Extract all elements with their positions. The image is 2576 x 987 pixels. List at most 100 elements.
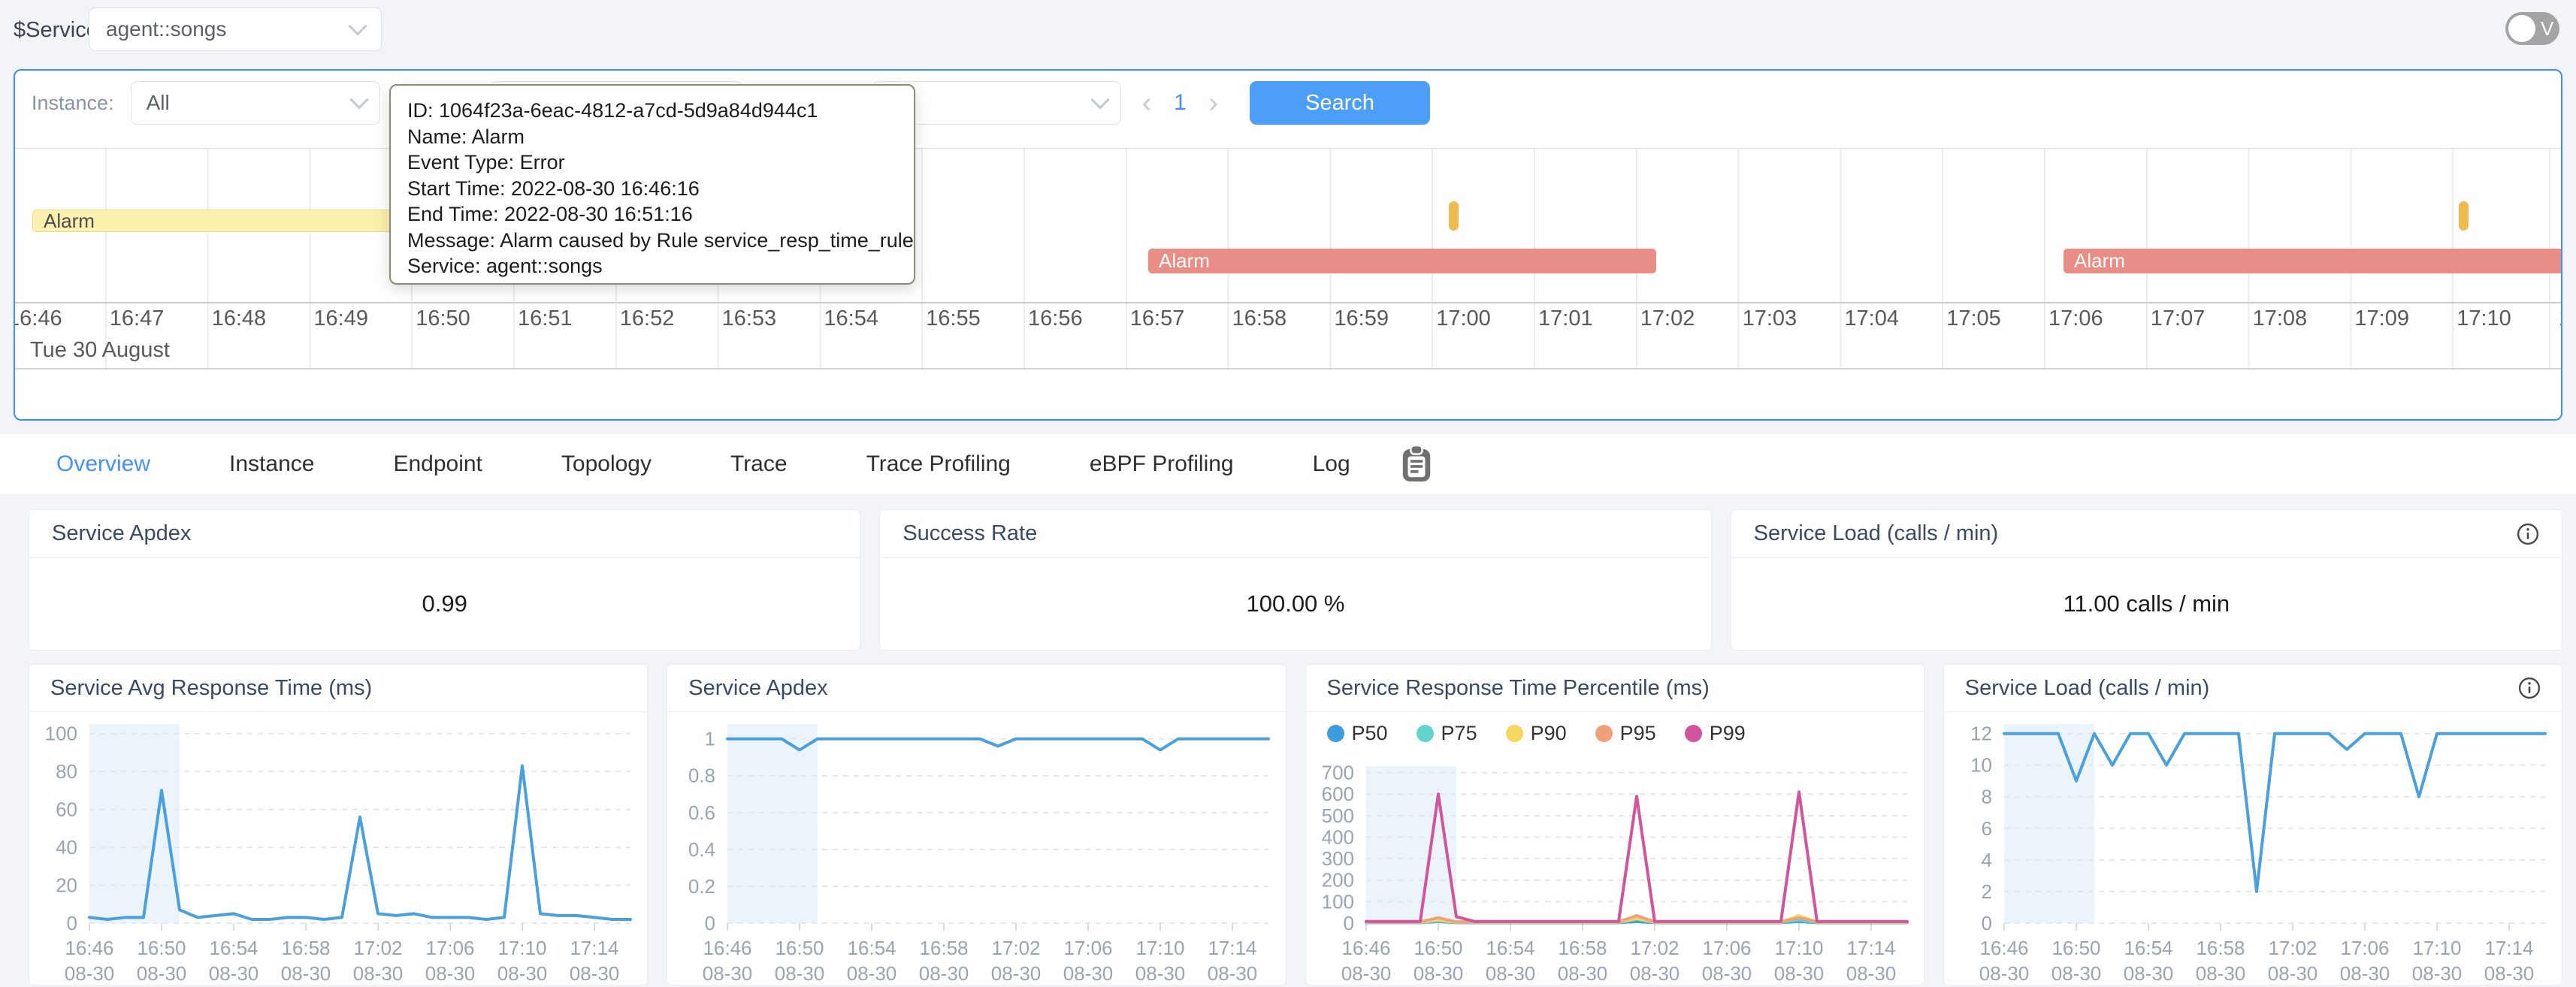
- svg-text:0: 0: [1981, 912, 1991, 934]
- svg-text:16:54: 16:54: [848, 937, 896, 959]
- tab-instance[interactable]: Instance: [229, 451, 314, 477]
- info-icon[interactable]: [2517, 523, 2539, 545]
- tab-log[interactable]: Log: [1313, 451, 1350, 477]
- response-time-percentile-chart: 010020030040050060070016:4608-3016:5008-…: [1306, 754, 1924, 985]
- chart-canvas: 00.20.40.60.8116:4608-3016:5008-3016:540…: [667, 712, 1285, 985]
- card-value: 11.00 calls / min: [1731, 558, 2562, 650]
- tab-topology[interactable]: Topology: [561, 451, 652, 477]
- timeline-axis-label: 16:58: [1232, 306, 1287, 331]
- timeline-axis-label: 16:50: [416, 306, 470, 331]
- svg-text:08-30: 08-30: [497, 962, 548, 985]
- tab-overview[interactable]: Overview: [56, 451, 150, 477]
- tab-ebpf-profiling[interactable]: eBPF Profiling: [1090, 451, 1234, 477]
- event-tick-warning-2[interactable]: [2459, 201, 2469, 231]
- timeline-bottom-line: [15, 368, 2561, 370]
- svg-text:08-30: 08-30: [1979, 962, 2030, 985]
- toggle-knob: [2508, 15, 2535, 42]
- chart-title: Service Avg Response Time (ms): [50, 676, 372, 701]
- svg-text:08-30: 08-30: [1063, 962, 1114, 985]
- event-tick-warning-1[interactable]: [1449, 201, 1459, 231]
- svg-text:2: 2: [1981, 880, 1991, 903]
- timeline-axis-label: 17:04: [1844, 306, 1899, 331]
- svg-text:0.4: 0.4: [688, 838, 715, 861]
- svg-text:17:02: 17:02: [992, 937, 1041, 959]
- chevron-down-icon: [1090, 90, 1109, 109]
- svg-text:08-30: 08-30: [209, 962, 259, 985]
- clipboard-icon[interactable]: [1399, 444, 1434, 484]
- svg-text:08-30: 08-30: [2268, 962, 2318, 985]
- svg-text:17:14: 17:14: [570, 937, 618, 959]
- event-bar-alarm-error-2[interactable]: Alarm: [2064, 249, 2562, 273]
- avg-response-time-chart: 02040608010016:4608-3016:5008-3016:5408-…: [29, 712, 647, 985]
- chart-card-avg-response-time: Service Avg Response Time (ms) 020406080…: [29, 664, 648, 985]
- legend-item-p90[interactable]: P90: [1506, 722, 1567, 745]
- chart-title: Service Load (calls / min): [1965, 676, 2210, 701]
- svg-text:17:06: 17:06: [1702, 937, 1751, 959]
- legend-item-p50[interactable]: P50: [1327, 722, 1388, 745]
- svg-text:16:50: 16:50: [137, 937, 186, 959]
- prev-page-icon[interactable]: ‹: [1129, 87, 1166, 119]
- legend-item-p75[interactable]: P75: [1416, 722, 1477, 745]
- page-number[interactable]: 1: [1165, 90, 1195, 116]
- svg-text:08-30: 08-30: [2051, 962, 2102, 985]
- svg-text:08-30: 08-30: [2340, 962, 2390, 985]
- chart-card-response-time-percentile: Service Response Time Percentile (ms) P5…: [1305, 664, 1924, 985]
- svg-text:500: 500: [1321, 804, 1353, 827]
- timeline-axis-label: 17:03: [1743, 306, 1797, 331]
- next-page-icon[interactable]: ›: [1195, 87, 1232, 119]
- tooltip-service: Service: agent::songs: [407, 253, 906, 279]
- svg-text:100: 100: [1321, 890, 1353, 913]
- timeline-axis-label: 17:09: [2354, 306, 2409, 331]
- timeline-axis-label: 17:01: [1538, 306, 1593, 331]
- timeline-axis-label: 17:11: [2559, 306, 2562, 331]
- timeline-axis-label: 16:52: [620, 306, 675, 331]
- chart-card-service-apdex: Service Apdex 00.20.40.60.8116:4608-3016…: [667, 664, 1286, 985]
- timeline-axis-label: 17:02: [1640, 306, 1695, 331]
- service-select[interactable]: agent::songs: [89, 8, 382, 51]
- svg-text:17:10: 17:10: [2412, 937, 2461, 959]
- tooltip-id: ID: 1064f23a-6eac-4812-a7cd-5d9a84d944c1: [407, 98, 906, 124]
- event-bar-alarm-error-1[interactable]: Alarm: [1148, 249, 1656, 273]
- tab-trace-profiling[interactable]: Trace Profiling: [866, 451, 1011, 477]
- svg-text:300: 300: [1321, 847, 1353, 870]
- summary-cards-row: Service Apdex 0.99 Success Rate 100.00 %…: [29, 509, 2562, 650]
- instance-select[interactable]: All: [131, 81, 380, 125]
- search-button[interactable]: Search: [1250, 81, 1430, 125]
- svg-text:0: 0: [1343, 912, 1353, 934]
- version-toggle[interactable]: V: [2505, 12, 2559, 45]
- legend-item-p95[interactable]: P95: [1595, 722, 1656, 745]
- tab-list: Overview Instance Endpoint Topology Trace Tra…: [56, 451, 1429, 477]
- timeline-axis-label: 16:59: [1334, 306, 1389, 331]
- toggle-label: V: [2541, 17, 2553, 41]
- svg-text:0: 0: [67, 912, 77, 934]
- svg-text:40: 40: [56, 836, 77, 859]
- svg-text:08-30: 08-30: [281, 962, 331, 985]
- timeline-axis-label: 17:06: [2048, 306, 2103, 331]
- svg-text:08-30: 08-30: [2124, 962, 2174, 985]
- info-icon[interactable]: [2518, 677, 2541, 699]
- service-label: $Service: [14, 18, 98, 43]
- timeline-axis-label: 16:49: [313, 306, 368, 331]
- event-panel: Instance: All Endpoint: All Event Type: …: [14, 69, 2562, 421]
- svg-text:400: 400: [1321, 826, 1353, 848]
- svg-text:08-30: 08-30: [1135, 962, 1186, 985]
- svg-text:0: 0: [705, 912, 715, 934]
- svg-text:08-30: 08-30: [703, 962, 753, 985]
- svg-text:60: 60: [56, 798, 77, 821]
- legend-dot: [1327, 725, 1344, 742]
- svg-text:17:06: 17:06: [1064, 937, 1113, 959]
- timeline-axis-label: 17:05: [1946, 306, 2001, 331]
- svg-text:16:46: 16:46: [1979, 937, 2028, 959]
- chart-canvas: 02040608010016:4608-3016:5008-3016:5408-…: [29, 712, 647, 985]
- tab-endpoint[interactable]: Endpoint: [393, 451, 482, 477]
- tooltip-end-time: End Time: 2022-08-30 16:51:16: [407, 201, 906, 228]
- tab-trace[interactable]: Trace: [730, 451, 788, 477]
- svg-text:08-30: 08-30: [1773, 962, 1824, 985]
- svg-text:17:10: 17:10: [1136, 937, 1185, 959]
- timeline-axis-line: [15, 302, 2561, 303]
- card-service-apdex: Service Apdex 0.99: [29, 509, 860, 650]
- timeline-axis-label: 16:48: [212, 306, 267, 331]
- card-value: 100.00 %: [880, 558, 1710, 650]
- timeline-axis-label: 17:07: [2151, 306, 2206, 331]
- legend-item-p99[interactable]: P99: [1685, 722, 1746, 745]
